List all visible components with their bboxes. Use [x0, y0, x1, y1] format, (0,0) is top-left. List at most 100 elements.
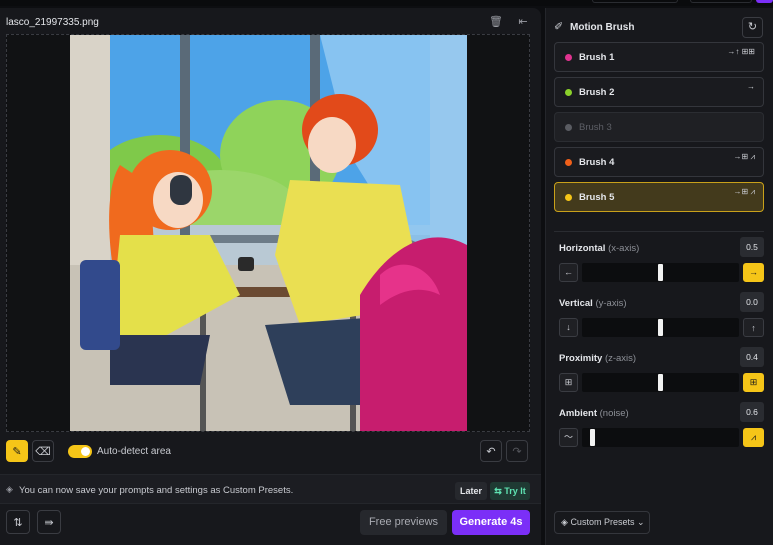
axis-label: Proximity (z-axis) [559, 353, 636, 364]
axis-label: Horizontal (x-axis) [559, 243, 639, 254]
bottom-bar: ⇅ ⇛ Free previews Generate 4s [0, 510, 541, 545]
brush-item-4[interactable]: Brush 4 →⊞ ⩘ [554, 147, 764, 177]
axis-name: Horizontal [559, 243, 606, 254]
axis-sub: (y-axis) [595, 298, 627, 309]
slider-thumb[interactable] [658, 319, 663, 336]
image-canvas[interactable] [6, 34, 530, 432]
generate-button[interactable]: Generate 4s [452, 510, 530, 535]
layers-icon: ◈ [561, 517, 568, 527]
settings-button[interactable]: ⇅ [6, 510, 30, 534]
motion-direction-icons: → [747, 82, 755, 91]
axis-value[interactable]: 0.4 [740, 347, 764, 367]
redo-button[interactable]: ↷ [506, 440, 528, 462]
motion-direction-icons: →⊞ ⩘ [733, 152, 755, 161]
slider-thumb[interactable] [590, 429, 595, 446]
notice-text: You can now save your prompts and settin… [19, 485, 294, 496]
undo-button[interactable]: ↶ [480, 440, 502, 462]
refresh-icon: ↻ [747, 21, 758, 33]
brush-toolbar: ✎ ⌫ Auto-detect area ↶ ↷ [0, 440, 541, 464]
axis-value[interactable]: 0.5 [740, 237, 764, 257]
axis-control-2: Vertical (y-axis) 0.0 ↓ ↑ [554, 290, 764, 337]
top-button-2[interactable] [690, 0, 752, 3]
axis-control-1: Horizontal (x-axis) 0.5 ← → [554, 235, 764, 282]
axis-decrease-button[interactable]: ← [559, 263, 578, 282]
top-strip [0, 0, 773, 6]
brush-item-3[interactable]: Brush 3 [554, 112, 764, 142]
brush-color-dot [565, 54, 572, 61]
axis-decrease-button[interactable]: ↓ [559, 318, 578, 337]
brush-icon: ✐ [554, 21, 564, 33]
brush-tool-button[interactable]: ✎ [6, 440, 28, 462]
brush-label: Brush 1 [579, 52, 615, 63]
axis-value[interactable]: 0.6 [740, 402, 764, 422]
editor-header: lasco_21997335.png 🗑 ⇤ [0, 8, 541, 36]
axis-slider[interactable] [582, 373, 739, 392]
editor-panel: lasco_21997335.png 🗑 ⇤ ✎ ⌫ Auto-detect a… [0, 8, 541, 545]
axis-label: Ambient (noise) [559, 408, 629, 419]
brush-color-dot [565, 159, 572, 166]
axis-slider[interactable] [582, 263, 739, 282]
panel-title: Motion Brush [570, 22, 635, 33]
axis-sub: (z-axis) [604, 353, 637, 364]
reset-button[interactable]: ↻ [742, 17, 763, 38]
divider [554, 231, 764, 232]
arrow-right-lines-icon: ⇛ [44, 516, 54, 529]
try-it-label: Try It [504, 486, 526, 496]
auto-detect-toggle[interactable] [68, 445, 92, 458]
collapse-icon[interactable]: ⇤ [516, 15, 530, 29]
brush-label: Brush 4 [579, 157, 615, 168]
brush-item-1[interactable]: Brush 1 →↑ ⊞⊞ [554, 42, 764, 72]
brush-label: Brush 3 [579, 122, 612, 133]
axis-sub: (noise) [599, 408, 629, 419]
brush-icon: ✎ [12, 445, 22, 458]
file-name: lasco_21997335.png [6, 17, 99, 28]
free-previews-button[interactable]: Free previews [360, 510, 447, 535]
top-button-1[interactable] [592, 0, 678, 3]
trash-icon[interactable]: 🗑 [489, 15, 503, 29]
brush-color-dot [565, 89, 572, 96]
slider-thumb[interactable] [658, 374, 663, 391]
axis-control-4: Ambient (noise) 0.6 〜 ⩘ [554, 400, 764, 447]
later-button[interactable]: Later [455, 482, 487, 500]
auto-detect-label: Auto-detect area [97, 446, 171, 457]
motion-direction-icons: →⊞ ⩘ [733, 187, 755, 196]
brush-item-2[interactable]: Brush 2 → [554, 77, 764, 107]
axis-control-3: Proximity (z-axis) 0.4 ⊞ ⊞ [554, 345, 764, 392]
eraser-icon: ⌫ [35, 445, 51, 458]
anime-illustration [70, 35, 467, 431]
axis-name: Ambient [559, 408, 597, 419]
axis-increase-button[interactable]: ⊞ [743, 373, 764, 392]
axis-label: Vertical (y-axis) [559, 298, 627, 309]
slider-thumb[interactable] [658, 264, 663, 281]
motion-direction-icons: →↑ ⊞⊞ [727, 47, 755, 56]
axis-value[interactable]: 0.0 [740, 292, 764, 312]
axis-decrease-button[interactable]: 〜 [559, 428, 578, 447]
brush-item-5[interactable]: Brush 5 →⊞ ⩘ [554, 182, 764, 212]
brush-color-dot [565, 124, 572, 131]
sort-icon: ⇅ [13, 516, 23, 529]
chevron-down-icon: ⌄ [636, 517, 645, 527]
axis-increase-button[interactable]: ⩘ [743, 428, 764, 447]
eraser-tool-button[interactable]: ⌫ [32, 440, 54, 462]
try-it-button[interactable]: ⇆ Try It [490, 482, 530, 500]
axis-slider[interactable] [582, 428, 739, 447]
canvas-margin-left [7, 35, 70, 431]
axis-name: Vertical [559, 298, 593, 309]
axis-name: Proximity [559, 353, 603, 364]
axis-slider[interactable] [582, 318, 739, 337]
redo-icon: ↷ [512, 445, 522, 458]
preset-notice: ◈ You can now save your prompts and sett… [0, 474, 541, 504]
layers-icon: ◈ [6, 484, 13, 494]
axis-increase-button[interactable]: ↑ [743, 318, 764, 337]
axis-sub: (x-axis) [608, 243, 640, 254]
motion-brush-panel: ✐ Motion Brush ↻ Brush 1 →↑ ⊞⊞ Brush 2 → Bru… [545, 8, 773, 545]
undo-icon: ↶ [486, 445, 496, 458]
axis-increase-button[interactable]: → [743, 263, 764, 282]
brush-label: Brush 2 [579, 87, 615, 98]
custom-presets-label: Custom Presets [570, 517, 635, 527]
canvas-margin-right [467, 35, 529, 431]
custom-presets-dropdown[interactable]: ◈ Custom Presets ⌄ [554, 511, 650, 534]
options-button[interactable]: ⇛ [37, 510, 61, 534]
axis-decrease-button[interactable]: ⊞ [559, 373, 578, 392]
top-accent-button[interactable] [756, 0, 773, 3]
